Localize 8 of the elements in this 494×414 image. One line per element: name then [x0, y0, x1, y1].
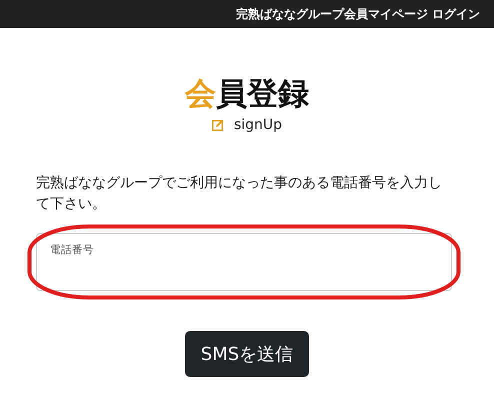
field-label: 電話番号 — [50, 242, 94, 257]
header-title: 完熟ばななグループ会員マイページ ログイン — [236, 6, 480, 22]
page-title: 会員登録 — [185, 76, 309, 114]
phone-field[interactable] — [36, 232, 452, 291]
edit-icon — [212, 119, 224, 132]
instruction-text: 完熟ばななグループでご利用になった事のある電話番号を入力して下さい。 — [36, 174, 443, 214]
send-sms-button[interactable]: SMSを送信 — [184, 330, 310, 377]
page-subtitle: signUp — [234, 117, 282, 134]
